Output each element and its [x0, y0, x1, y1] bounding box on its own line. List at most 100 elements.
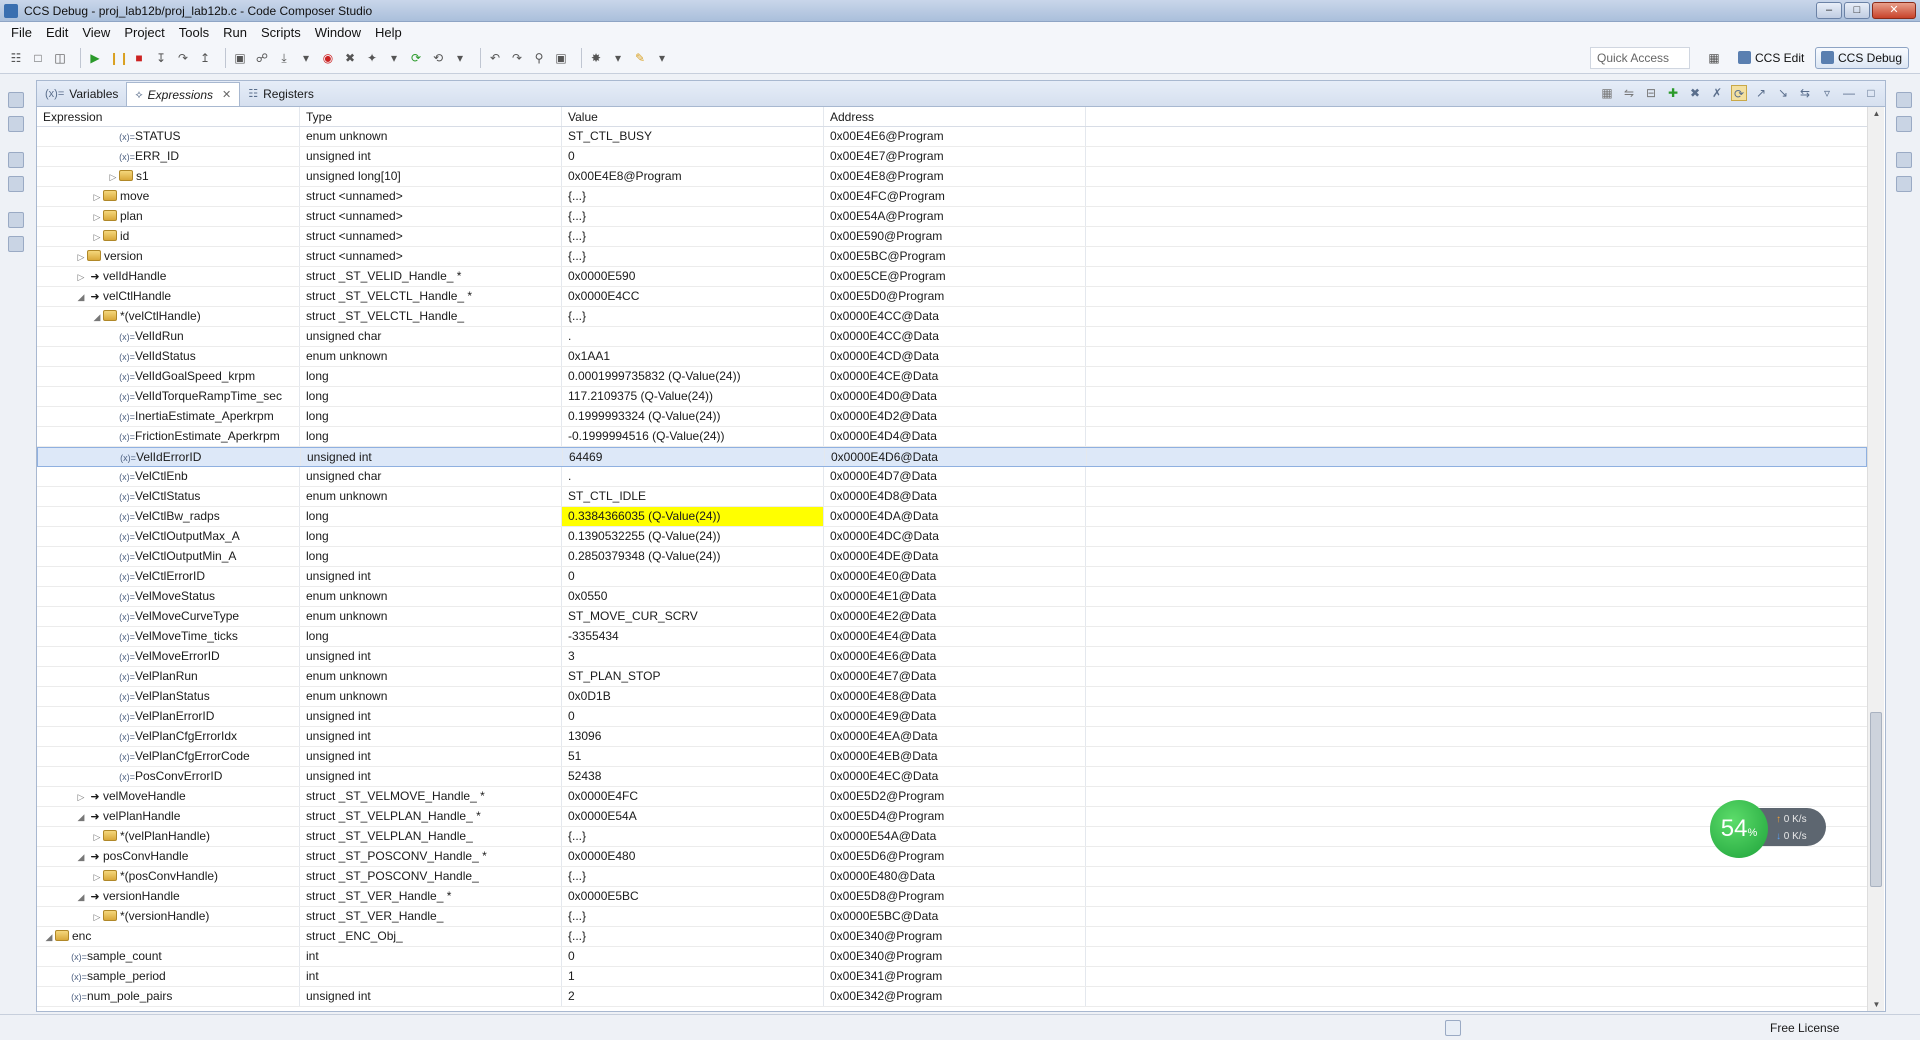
remove-expression-icon[interactable]: ✖ — [1687, 85, 1703, 101]
menu-tools[interactable]: Tools — [172, 25, 216, 40]
open-perspective-icon[interactable]: ▦ — [1706, 50, 1722, 66]
cell-value[interactable]: -0.1999994516 (Q-Value(24)) — [562, 427, 824, 446]
menu-scripts[interactable]: Scripts — [254, 25, 308, 40]
chevron-down-icon[interactable]: ▾ — [610, 50, 626, 66]
maximize-button[interactable]: □ — [1844, 2, 1870, 19]
perspective-ccs-debug[interactable]: CCS Debug — [1815, 47, 1910, 69]
chevron-down-icon[interactable]: ▾ — [386, 50, 402, 66]
cell-value[interactable]: 0.1999993324 (Q-Value(24)) — [562, 407, 824, 426]
table-row[interactable]: (x)=FrictionEstimate_Aperkrpm long -0.1999… — [37, 427, 1867, 447]
expand-toggle-icon[interactable]: ◢ — [91, 308, 103, 326]
table-row[interactable]: (x)=VelCtlErrorID unsigned int 0 0x0000E4E0… — [37, 567, 1867, 587]
cell-value[interactable]: ST_MOVE_CUR_SCRV — [562, 607, 824, 626]
cell-value[interactable]: 0 — [562, 947, 824, 966]
vertical-scrollbar[interactable]: ▲ ▼ — [1867, 107, 1884, 1011]
table-row[interactable]: (x)=VelCtlEnb unsigned char. 0x0000E4D7@Da… — [37, 467, 1867, 487]
expand-toggle-icon[interactable]: ▷ — [91, 228, 103, 246]
tab-registers[interactable]: ☷ Registers — [240, 82, 322, 106]
table-row[interactable]: (x)=VelCtlOutputMin_A long 0.2850379348 (Q… — [37, 547, 1867, 567]
table-row[interactable]: ◢ ➜ posConvHandle struct _ST_POSCONV_Handle… — [37, 847, 1867, 867]
cell-value[interactable]: 3 — [562, 647, 824, 666]
expand-toggle-icon[interactable]: ◢ — [75, 888, 87, 906]
remove-all-icon[interactable]: ✗ — [1709, 85, 1725, 101]
reset-icon[interactable]: ⟲ — [430, 50, 446, 66]
cell-value[interactable]: 0x1AA1 — [562, 347, 824, 366]
cell-value[interactable]: ST_CTL_BUSY — [562, 127, 824, 146]
table-row[interactable]: (x)=VelIdRun unsigned char. 0x0000E4CC@Dat… — [37, 327, 1867, 347]
step-over-icon[interactable]: ↷ — [175, 50, 191, 66]
problems-icon[interactable] — [1896, 176, 1912, 192]
table-row[interactable]: ▷ s1 unsigned long[10] 0x00E4E8@Program 0x00… — [37, 167, 1867, 187]
table-row[interactable]: ▷ plan struct <unnamed> {...} 0x00E54A@Progr… — [37, 207, 1867, 227]
menu-window[interactable]: Window — [308, 25, 368, 40]
expand-toggle-icon[interactable]: ▷ — [75, 788, 87, 806]
search-icon[interactable]: ⚲ — [531, 50, 547, 66]
debug-icon[interactable]: ✸ — [588, 50, 604, 66]
resume-icon[interactable]: ▶ — [87, 50, 103, 66]
show-type-names-icon[interactable]: ▦ — [1599, 85, 1615, 101]
expand-toggle-icon[interactable]: ▷ — [75, 268, 87, 286]
target-status-icon[interactable] — [1445, 1020, 1461, 1036]
refresh-icon[interactable]: ⟳ — [408, 50, 424, 66]
save-all-icon[interactable]: ◫ — [52, 50, 68, 66]
tab-expressions[interactable]: ⟡ Expressions ✕ — [126, 82, 241, 106]
expand-toggle-icon[interactable]: ▷ — [91, 828, 103, 846]
chevron-down-icon[interactable]: ▾ — [298, 50, 314, 66]
table-row[interactable]: ◢ ➜ versionHandle struct _ST_VER_Handle_ * 0… — [37, 887, 1867, 907]
table-row[interactable]: (x)=ERR_ID unsigned int 0 0x00E4E7@Program — [37, 147, 1867, 167]
new-icon[interactable]: ☷ — [8, 50, 24, 66]
scroll-down-icon[interactable]: ▼ — [1868, 1000, 1885, 1009]
cell-value[interactable]: . — [562, 327, 824, 346]
table-row[interactable]: ▷ version struct <unnamed> {...} 0x00E5BC@Pr… — [37, 247, 1867, 267]
import-icon[interactable]: ↘ — [1775, 85, 1791, 101]
add-expression-icon[interactable]: ✚ — [1665, 85, 1681, 101]
table-row[interactable]: (x)=VelIdGoalSpeed_krpm long 0.00019997358… — [37, 367, 1867, 387]
table-row[interactable]: (x)=VelPlanStatus enum unknown 0x0D1B 0x000… — [37, 687, 1867, 707]
cell-value[interactable]: 0 — [562, 147, 824, 166]
menu-run[interactable]: Run — [216, 25, 254, 40]
cell-value[interactable]: 0x0000E54A — [562, 807, 824, 826]
cell-value[interactable]: 0.3384366035 (Q-Value(24)) — [562, 507, 824, 526]
table-row[interactable]: ▷ ➜ velIdHandle struct _ST_VELID_Handle_ * 0… — [37, 267, 1867, 287]
table-row[interactable]: ◢ *(velCtlHandle) struct _ST_VELCTL_Handle… — [37, 307, 1867, 327]
scrollbar-thumb[interactable] — [1870, 712, 1882, 887]
scroll-up-icon[interactable]: ▲ — [1868, 109, 1885, 118]
expand-toggle-icon[interactable]: ▷ — [91, 908, 103, 926]
cell-value[interactable]: 0x0D1B — [562, 687, 824, 706]
cell-value[interactable]: 51 — [562, 747, 824, 766]
table-row[interactable]: ◢ ➜ velPlanHandle struct _ST_VELPLAN_Handle… — [37, 807, 1867, 827]
cell-value[interactable]: 0.0001999735832 (Q-Value(24)) — [562, 367, 824, 386]
table-row[interactable]: ▷ *(velPlanHandle) struct _ST_VELPLAN_Hand… — [37, 827, 1867, 847]
continuous-refresh-icon[interactable]: ⟳ — [1731, 85, 1747, 101]
table-row[interactable]: (x)=VelMoveErrorID unsigned int 3 0x0000E4E… — [37, 647, 1867, 667]
cell-value[interactable]: 0x0000E4FC — [562, 787, 824, 806]
export-icon[interactable]: ↗ — [1753, 85, 1769, 101]
cell-value[interactable]: 0x0000E590 — [562, 267, 824, 286]
back-icon[interactable]: ↶ — [487, 50, 503, 66]
cell-value[interactable]: . — [562, 467, 824, 486]
restore-icon[interactable] — [8, 152, 24, 168]
table-row[interactable]: ▷ *(versionHandle) struct _ST_VER_Handle_{… — [37, 907, 1867, 927]
menu-edit[interactable]: Edit — [39, 25, 75, 40]
window-icon[interactable]: ▣ — [553, 50, 569, 66]
table-row[interactable]: (x)=VelMoveTime_ticks long -3355434 0x0000E… — [37, 627, 1867, 647]
memory-icon[interactable]: ▣ — [232, 50, 248, 66]
table-row[interactable]: (x)=VelIdStatus enum unknown 0x1AA1 0x0000E… — [37, 347, 1867, 367]
cell-value[interactable]: {...} — [562, 307, 824, 326]
perspective-ccs-edit[interactable]: CCS Edit — [1732, 47, 1811, 69]
table-row[interactable]: (x)=VelCtlStatus enum unknown ST_CTL_IDLE 0… — [37, 487, 1867, 507]
table-row[interactable]: ▷ *(posConvHandle) struct _ST_POSCONV_Hand… — [37, 867, 1867, 887]
table-row[interactable]: (x)=VelIdErrorID unsigned int 64469 0x0000E… — [37, 447, 1867, 467]
column-value[interactable]: Value — [562, 107, 824, 126]
suspend-icon[interactable]: ❙❙ — [109, 50, 129, 66]
cell-value[interactable]: {...} — [562, 247, 824, 266]
tab-variables[interactable]: (x)= Variables — [37, 82, 126, 106]
menu-file[interactable]: File — [4, 25, 39, 40]
cell-value[interactable]: {...} — [562, 907, 824, 926]
cell-value[interactable]: 0x00E4E8@Program — [562, 167, 824, 186]
breakpoint-icon[interactable]: ◉ — [320, 50, 336, 66]
table-row[interactable]: (x)=num_pole_pairs unsigned int 2 0x00E342@… — [37, 987, 1867, 1007]
target-icon[interactable]: ✦ — [364, 50, 380, 66]
chevron-down-icon[interactable]: ▾ — [452, 50, 468, 66]
cell-value[interactable]: {...} — [562, 207, 824, 226]
